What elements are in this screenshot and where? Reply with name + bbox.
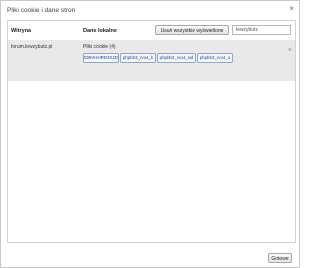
column-header-local-data: Dane lokalne (83, 28, 117, 34)
cookies-count-label: Pliki cookie (4) (83, 44, 116, 50)
cookies-dialog: Pliki cookie i dane stron × Witryna Dane… (0, 0, 300, 268)
cookies-panel: Witryna Dane lokalne Usuń wszystkie wyśw… (7, 20, 296, 243)
dialog-title: Pliki cookie i dane stron (7, 7, 76, 14)
done-button[interactable]: Gotowe (268, 253, 292, 263)
cookie-chip[interactable]: IDBVHHRD2S2D (83, 53, 119, 63)
search-input[interactable]: lewzybutz (232, 25, 291, 35)
cookie-chip[interactable]: phpbb3_rvo4_u (197, 53, 233, 63)
cookie-chip[interactable]: phpbb3_rvo4_sid (157, 53, 196, 63)
site-row[interactable]: forum.lewzybutz.pl Pliki cookie (4) IDBV… (8, 40, 295, 81)
column-header-site: Witryna (11, 28, 32, 34)
cookie-chip[interactable]: phpbb3_rvo4_k (120, 53, 156, 63)
remove-all-shown-button[interactable]: Usuń wszystkie wyświetlone (155, 25, 229, 35)
site-name: forum.lewzybutz.pl (11, 44, 53, 50)
remove-site-icon[interactable]: × (288, 47, 292, 54)
close-icon[interactable]: × (289, 5, 294, 13)
